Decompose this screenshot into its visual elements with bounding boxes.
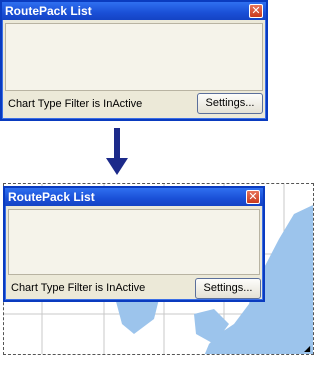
- close-button[interactable]: ✕: [249, 4, 263, 18]
- settings-button[interactable]: Settings...: [195, 278, 261, 299]
- resize-grip-icon[interactable]: ◢: [304, 345, 312, 353]
- arrow-down-icon: [106, 128, 128, 175]
- window-title: RoutePack List: [5, 4, 92, 18]
- routepack-window-bottom: RoutePack List ✕ Chart Type Filter is In…: [3, 186, 265, 302]
- close-button[interactable]: ✕: [246, 190, 260, 204]
- routepack-list[interactable]: [5, 23, 263, 91]
- routepack-window-top: RoutePack List ✕ Chart Type Filter is In…: [0, 0, 268, 121]
- routepack-list[interactable]: [8, 209, 260, 275]
- settings-button[interactable]: Settings...: [197, 93, 263, 114]
- window-title: RoutePack List: [8, 190, 95, 204]
- chart-type-filter-status: Chart Type Filter is InActive: [11, 282, 146, 294]
- title-bar[interactable]: RoutePack List ✕: [5, 188, 263, 206]
- title-bar[interactable]: RoutePack List ✕: [2, 2, 266, 20]
- chart-type-filter-status: Chart Type Filter is InActive: [8, 98, 143, 110]
